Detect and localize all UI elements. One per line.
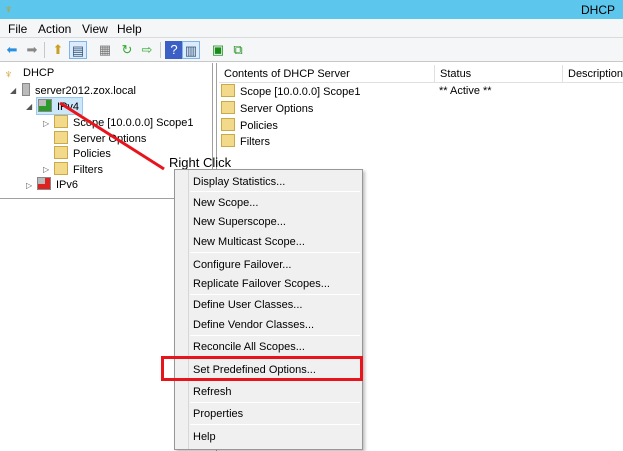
highlight-box — [161, 356, 363, 381]
menu-item-reconcile-all-scopes[interactable]: Reconcile All Scopes... — [193, 341, 305, 353]
menu-separator — [190, 402, 360, 403]
context-menu: Display Statistics... New Scope... New S… — [174, 169, 363, 450]
menu-separator — [190, 294, 360, 295]
menu-separator — [190, 252, 360, 253]
right-click-annotation: Right Click — [169, 155, 232, 170]
menu-item-new-multicast-scope[interactable]: New Multicast Scope... — [193, 236, 305, 248]
menu-item-display-statistics[interactable]: Display Statistics... — [193, 176, 285, 188]
menu-item-new-superscope[interactable]: New Superscope... — [193, 216, 286, 228]
menu-gutter — [188, 170, 189, 449]
menu-separator — [190, 335, 360, 336]
menu-item-properties[interactable]: Properties — [193, 408, 243, 420]
menu-item-configure-failover[interactable]: Configure Failover... — [193, 259, 291, 271]
menu-separator — [190, 424, 360, 425]
menu-item-refresh[interactable]: Refresh — [193, 386, 232, 398]
menu-separator — [190, 191, 360, 192]
menu-item-replicate-failover-scopes[interactable]: Replicate Failover Scopes... — [193, 278, 330, 290]
menu-item-define-user-classes[interactable]: Define User Classes... — [193, 299, 302, 311]
menu-item-define-vendor-classes[interactable]: Define Vendor Classes... — [193, 319, 314, 331]
menu-item-new-scope[interactable]: New Scope... — [193, 197, 258, 209]
menu-item-help[interactable]: Help — [193, 431, 216, 443]
